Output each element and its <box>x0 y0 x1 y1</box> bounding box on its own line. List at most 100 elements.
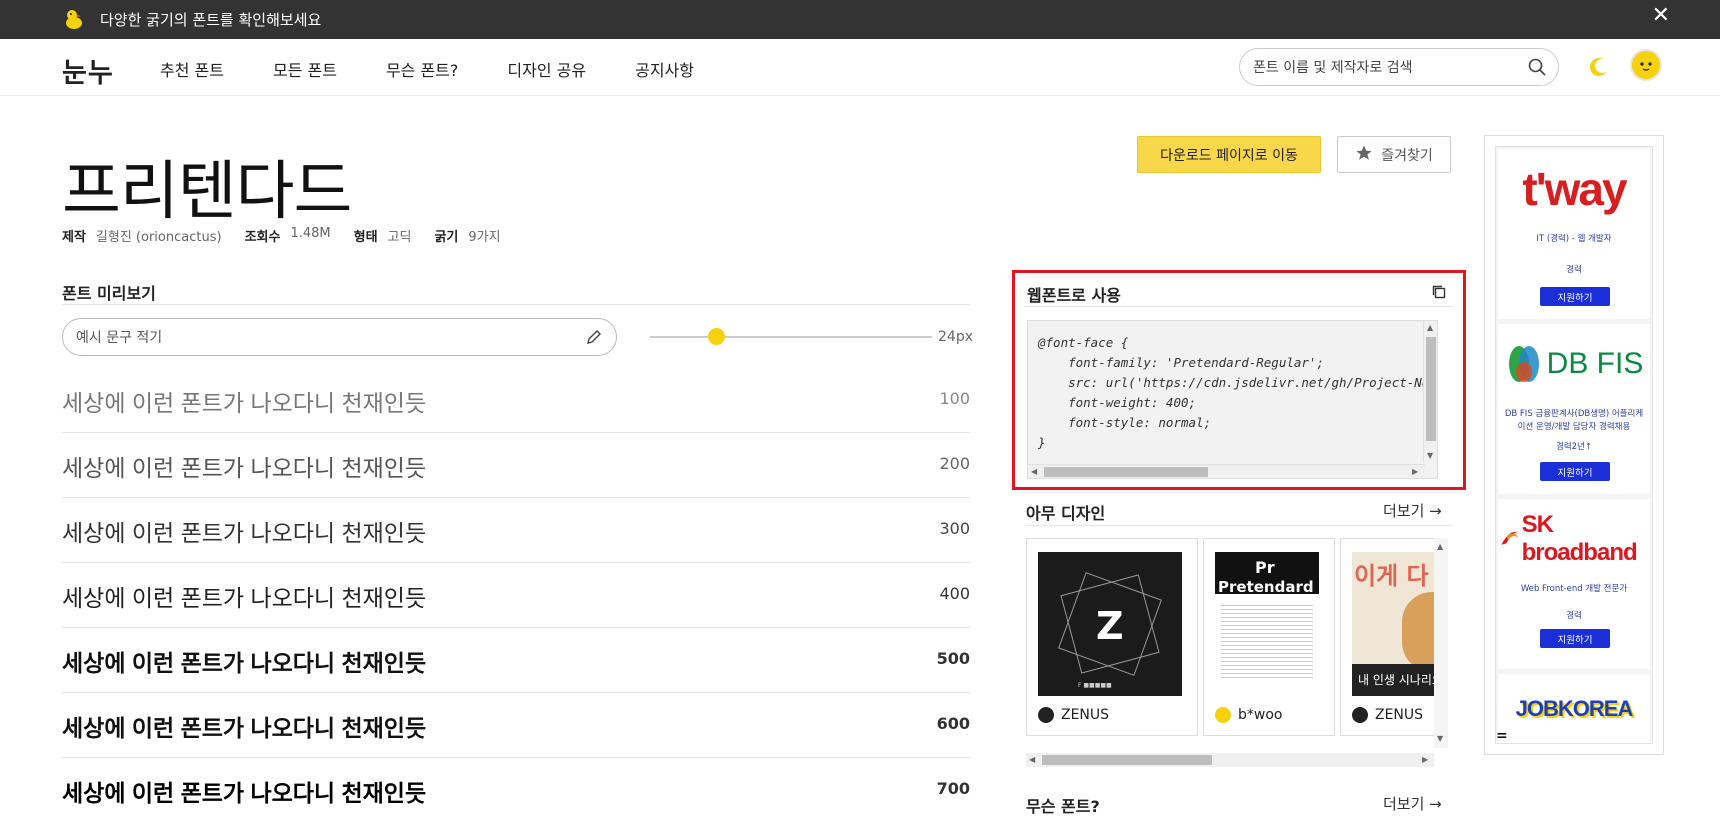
banner-text: 다양한 굵기의 폰트를 확인해보세요 <box>100 11 322 29</box>
job-career: 경력2년↑ <box>1556 442 1592 452</box>
design-author: ZENUS <box>1038 707 1109 723</box>
favorite-button[interactable]: 즐겨찾기 <box>1337 136 1451 173</box>
header: 눈누 추천 폰트 모든 폰트 무슨 폰트? 디자인 공유 공지사항 폰트 이름 … <box>0 39 1720 96</box>
page-title: 프리텐다드 <box>62 155 352 229</box>
any-design-more-link[interactable]: 더보기 → <box>1383 500 1442 521</box>
design-card[interactable]: Z F ■■■■■ ZENUS <box>1026 538 1198 736</box>
job-ad[interactable]: JOBKOREA <box>1498 674 1650 743</box>
nav-design-share[interactable]: 디자인 공유 <box>507 57 586 81</box>
company-logo: t'way <box>1498 149 1650 229</box>
webfont-panel: 웹폰트로 사용 @font-face { font-family: 'Prete… <box>1012 270 1466 490</box>
scroll-thumb[interactable] <box>1044 467 1208 477</box>
job-ad[interactable]: SK broadband Web Front-end 개발 전문가 경력 지원하… <box>1498 499 1650 669</box>
job-description: IT (경력) - 웹 개발자 <box>1536 234 1612 244</box>
size-slider-track[interactable] <box>650 336 932 338</box>
font-meta: 제작 길형진 (orioncactus) 조회수 1.48M 형태 고딕 굵기 … <box>62 226 524 245</box>
code-block[interactable]: @font-face { font-family: 'Pretendard-Re… <box>1027 320 1438 479</box>
scroll-down-icon[interactable]: ▼ <box>1437 734 1443 743</box>
divider <box>1026 525 1452 526</box>
job-career: 경력 <box>1566 611 1582 621</box>
sample-text-placeholder: 예시 문구 적기 <box>76 330 163 346</box>
scroll-up-icon[interactable]: ▲ <box>1427 323 1433 332</box>
scroll-down-icon[interactable]: ▼ <box>1427 451 1433 460</box>
scroll-left-icon[interactable]: ◀ <box>1029 755 1035 764</box>
close-icon[interactable]: ✕ <box>1652 5 1670 27</box>
meta-value-views: 1.48M <box>290 226 331 241</box>
vertical-scrollbar[interactable]: ▲ ▼ <box>1423 321 1437 463</box>
company-logo: JOBKOREA <box>1498 674 1650 743</box>
search-icon[interactable] <box>1528 58 1546 80</box>
weight-sample-text: 세상에 이런 폰트가 나오다니 천재인듯 <box>62 390 427 416</box>
author-name: ZENUS <box>1375 707 1424 723</box>
design-image-letter: Z <box>1096 604 1124 648</box>
weight-row: 세상에 이런 폰트가 나오다니 천재인듯 100 <box>62 368 970 433</box>
copy-icon[interactable] <box>1431 284 1447 304</box>
preview-title: 폰트 미리보기 <box>62 284 156 303</box>
design-image-caption: F ■■■■■ <box>1078 682 1112 689</box>
pencil-icon <box>585 328 603 350</box>
design-card[interactable]: Pr Pretendard b*woo <box>1203 538 1335 736</box>
job-ad[interactable]: DB FIS DB FIS 금융판계사(DB생명) 어플리케이션 운영/개발 담… <box>1498 324 1650 494</box>
ad-sidebar: t'way IT (경력) - 웹 개발자 경력 지원하기 DB FIS DB … <box>1484 135 1664 755</box>
company-logo: DB FIS <box>1498 324 1650 404</box>
moon-icon[interactable] <box>1588 56 1610 82</box>
company-name: JOBKOREA <box>1515 696 1634 721</box>
nav-recommended[interactable]: 추천 폰트 <box>160 57 224 81</box>
sk-logo-icon <box>1501 531 1520 545</box>
job-ad[interactable]: t'way IT (경력) - 웹 개발자 경력 지원하기 <box>1498 149 1650 319</box>
weight-row: 세상에 이런 폰트가 나오다니 천재인듯 700 <box>62 758 970 823</box>
weight-row: 세상에 이런 폰트가 나오다니 천재인듯 600 <box>62 693 970 758</box>
sample-text-input[interactable]: 예시 문구 적기 <box>62 318 617 356</box>
author-avatar <box>1215 707 1231 723</box>
what-font-more-link[interactable]: 더보기 → <box>1383 793 1442 814</box>
weight-row: 세상에 이런 폰트가 나오다니 천재인듯 400 <box>62 563 970 628</box>
scroll-up-icon[interactable]: ▲ <box>1437 542 1443 551</box>
nav-what-font[interactable]: 무슨 폰트? <box>386 57 458 81</box>
weight-value: 400 <box>939 584 970 603</box>
main-nav: 추천 폰트 모든 폰트 무슨 폰트? 디자인 공유 공지사항 <box>160 57 743 81</box>
scroll-thumb[interactable] <box>1042 755 1212 765</box>
company-name: DB FIS <box>1546 347 1644 380</box>
design-image-caption: Pretendard <box>1218 578 1314 596</box>
download-page-button[interactable]: 다운로드 페이지로 이동 <box>1137 136 1321 173</box>
horizontal-scrollbar[interactable]: ◀ ▶ <box>1026 753 1434 767</box>
star-icon <box>1355 144 1373 166</box>
job-career: 경력 <box>1566 265 1582 275</box>
site-logo[interactable]: 눈누 <box>62 51 114 90</box>
weight-sample-text: 세상에 이런 폰트가 나오다니 천재인듯 <box>62 650 427 676</box>
weight-sample-text: 세상에 이런 폰트가 나오다니 천재인듯 <box>62 455 427 481</box>
apply-button[interactable]: 지원하기 <box>1540 287 1610 306</box>
horizontal-scrollbar[interactable]: ◀ ▶ <box>1028 464 1425 478</box>
design-author: ZENUS <box>1352 707 1423 723</box>
duck-icon <box>62 8 86 32</box>
size-slider-handle[interactable] <box>708 328 725 345</box>
design-image-caption: 내 인생 시나리오 <box>1358 673 1434 687</box>
apply-button[interactable]: 지원하기 <box>1540 629 1610 648</box>
apply-button[interactable]: 지원하기 <box>1540 462 1610 481</box>
meta-label-maker: 제작 <box>62 230 86 245</box>
design-image-letter: Pr <box>1255 558 1275 577</box>
meta-value-weights: 9가지 <box>468 230 501 245</box>
nav-notice[interactable]: 공지사항 <box>635 57 694 81</box>
vertical-scrollbar[interactable]: ▲ ▼ <box>1434 538 1448 748</box>
scroll-thumb[interactable] <box>1426 337 1436 441</box>
weight-sample-text: 세상에 이런 폰트가 나오다니 천재인듯 <box>62 780 427 806</box>
search-input[interactable]: 폰트 이름 및 제작자로 검색 <box>1239 48 1559 86</box>
weight-value: 200 <box>939 454 970 473</box>
author-avatar <box>1352 707 1368 723</box>
nav-all-fonts[interactable]: 모든 폰트 <box>273 57 337 81</box>
divider <box>62 304 970 305</box>
weight-value: 700 <box>936 779 970 798</box>
scroll-left-icon[interactable]: ◀ <box>1031 467 1037 476</box>
company-name: SK broadband <box>1521 511 1638 566</box>
scroll-right-icon[interactable]: ▶ <box>1412 467 1418 476</box>
design-card[interactable]: 이게 다 내 인생 시나리오 ZENUS <box>1340 538 1434 736</box>
weight-value: 100 <box>939 389 970 408</box>
scroll-right-icon[interactable]: ▶ <box>1422 755 1428 764</box>
job-ads: t'way IT (경력) - 웹 개발자 경력 지원하기 DB FIS DB … <box>1495 146 1653 744</box>
weight-value: 300 <box>939 519 970 538</box>
author-name: b*woo <box>1238 707 1283 723</box>
avatar[interactable] <box>1630 49 1662 81</box>
any-design-title: 아무 디자인 <box>1026 504 1106 523</box>
meta-label-type: 형태 <box>353 230 378 245</box>
